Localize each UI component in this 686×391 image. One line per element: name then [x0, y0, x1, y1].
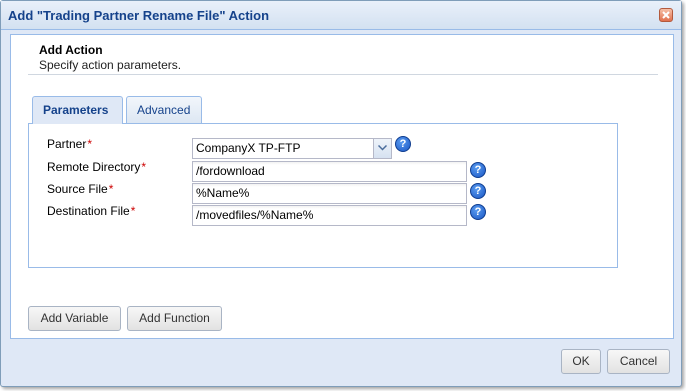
dialog-window: Add "Trading Partner Rename File" Action… — [0, 0, 682, 387]
section-title: Add Action — [39, 43, 103, 57]
close-icon — [662, 11, 670, 19]
required-marker: * — [87, 137, 93, 151]
partner-label: Partner* — [47, 137, 92, 151]
close-button[interactable] — [659, 8, 673, 22]
partner-label-text: Partner — [47, 137, 87, 151]
required-marker: * — [130, 204, 136, 218]
ok-button[interactable]: OK — [561, 349, 601, 374]
add-variable-button[interactable]: Add Variable — [28, 306, 121, 331]
partner-select[interactable]: CompanyX TP-FTP — [192, 138, 392, 159]
help-icon[interactable]: ? — [470, 204, 486, 220]
section-subtitle: Specify action parameters. — [39, 58, 182, 72]
dialog-titlebar[interactable]: Add "Trading Partner Rename File" Action — [1, 1, 681, 30]
source-file-input[interactable]: %Name% — [192, 183, 467, 204]
help-icon[interactable]: ? — [470, 162, 486, 178]
source-file-label: Source File* — [47, 182, 113, 196]
parameters-panel: Partner* CompanyX TP-FTP ? Remote Direct… — [28, 123, 618, 268]
dialog-body: Add Action Specify action parameters. Pa… — [10, 34, 674, 339]
destination-file-label-text: Destination File — [47, 204, 130, 218]
remote-directory-label-text: Remote Directory — [47, 160, 141, 174]
destination-file-input[interactable]: /movedfiles/%Name% — [192, 205, 467, 226]
divider — [28, 74, 658, 75]
source-file-label-text: Source File — [47, 182, 108, 196]
chevron-down-icon — [378, 145, 387, 151]
help-icon[interactable]: ? — [470, 183, 486, 199]
remote-directory-input[interactable]: /fordownload — [192, 161, 467, 182]
required-marker: * — [108, 182, 114, 196]
add-function-button[interactable]: Add Function — [127, 306, 222, 331]
tab-advanced[interactable]: Advanced — [126, 96, 202, 123]
help-icon[interactable]: ? — [395, 136, 411, 152]
destination-file-label: Destination File* — [47, 204, 135, 218]
required-marker: * — [141, 160, 147, 174]
tab-parameters[interactable]: Parameters — [32, 96, 123, 124]
partner-dropdown-button[interactable] — [373, 139, 391, 158]
dialog-title: Add "Trading Partner Rename File" Action — [8, 8, 270, 23]
remote-directory-label: Remote Directory* — [47, 160, 146, 174]
partner-select-value: CompanyX TP-FTP — [196, 141, 301, 155]
cancel-button[interactable]: Cancel — [607, 349, 670, 374]
